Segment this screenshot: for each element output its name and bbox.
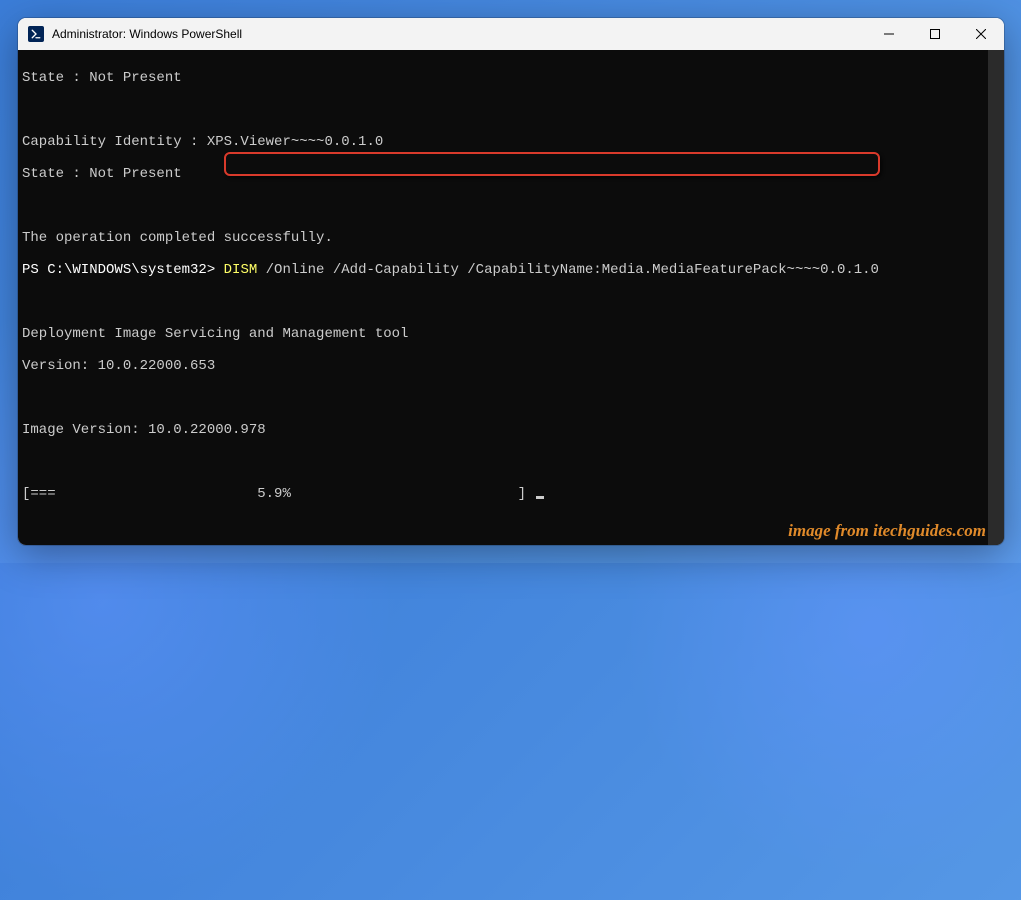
output-line: Capability Identity : XPS.Viewer~~~~0.0.… bbox=[22, 134, 1004, 150]
output-line bbox=[22, 390, 1004, 406]
output-line: Deployment Image Servicing and Managemen… bbox=[22, 326, 1004, 342]
prompt: PS C:\WINDOWS\system32> bbox=[22, 262, 224, 278]
minimize-button[interactable] bbox=[866, 18, 912, 50]
terminal-output[interactable]: State : Not Present Capability Identity … bbox=[18, 50, 1004, 545]
command-line: PS C:\WINDOWS\system32> DISM /Online /Ad… bbox=[22, 262, 1004, 278]
output-line bbox=[22, 294, 1004, 310]
output-line: State : Not Present bbox=[22, 166, 1004, 182]
progress-text: [=== 5.9% ] bbox=[22, 486, 534, 502]
output-line bbox=[22, 198, 1004, 214]
scrollbar-vertical[interactable] bbox=[988, 50, 1004, 545]
output-line: State : Not Present bbox=[22, 70, 1004, 86]
output-line: The operation completed successfully. bbox=[22, 230, 1004, 246]
watermark-text: image from itechguides.com bbox=[788, 523, 986, 539]
output-line bbox=[22, 454, 1004, 470]
titlebar[interactable]: Administrator: Windows PowerShell bbox=[18, 18, 1004, 50]
output-line: Version: 10.0.22000.653 bbox=[22, 358, 1004, 374]
maximize-button[interactable] bbox=[912, 18, 958, 50]
window-title: Administrator: Windows PowerShell bbox=[52, 27, 866, 41]
powershell-window: Administrator: Windows PowerShell State … bbox=[18, 18, 1004, 545]
cursor bbox=[536, 496, 544, 499]
output-line: Image Version: 10.0.22000.978 bbox=[22, 422, 1004, 438]
command-head: DISM bbox=[224, 262, 258, 278]
progress-line: [=== 5.9% ] bbox=[22, 486, 1004, 502]
command-args: /Online /Add-Capability /CapabilityName:… bbox=[257, 262, 879, 278]
window-controls bbox=[866, 18, 1004, 50]
powershell-icon bbox=[28, 26, 44, 42]
close-button[interactable] bbox=[958, 18, 1004, 50]
output-line bbox=[22, 102, 1004, 118]
